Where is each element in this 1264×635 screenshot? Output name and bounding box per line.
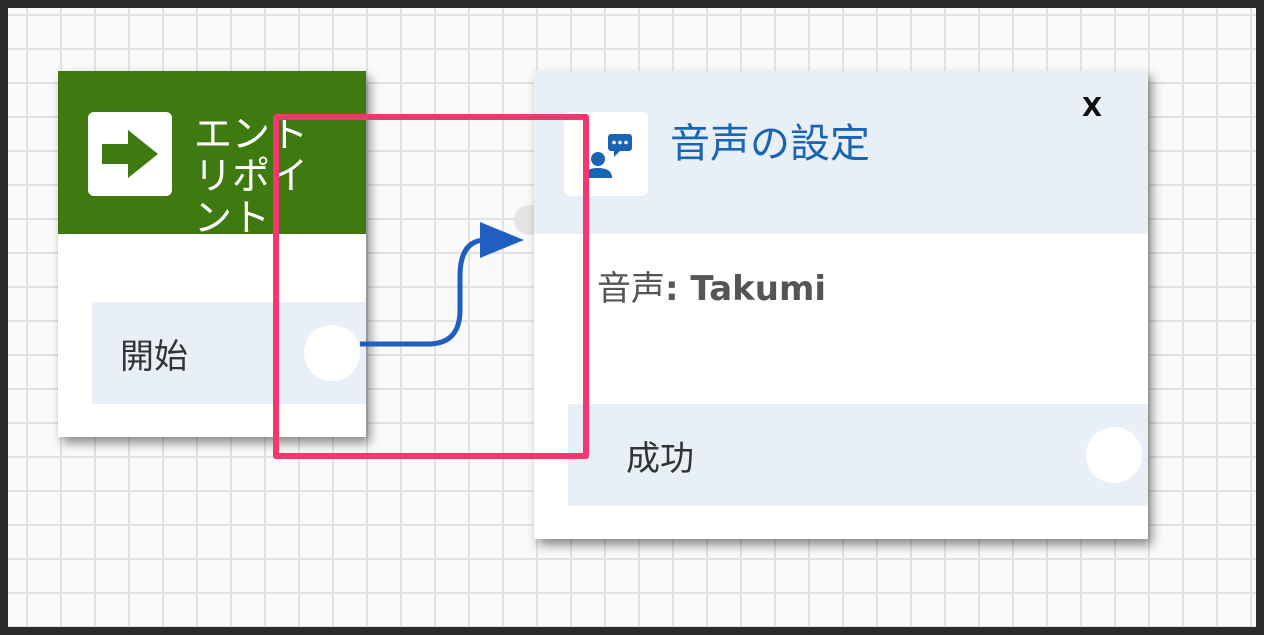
- flow-canvas[interactable]: エントリポイント 開始 音声の設定 X 音声: Takumi 成功: [8, 8, 1256, 627]
- connector-arrow[interactable]: [8, 8, 1256, 627]
- highlight-box: [273, 114, 589, 459]
